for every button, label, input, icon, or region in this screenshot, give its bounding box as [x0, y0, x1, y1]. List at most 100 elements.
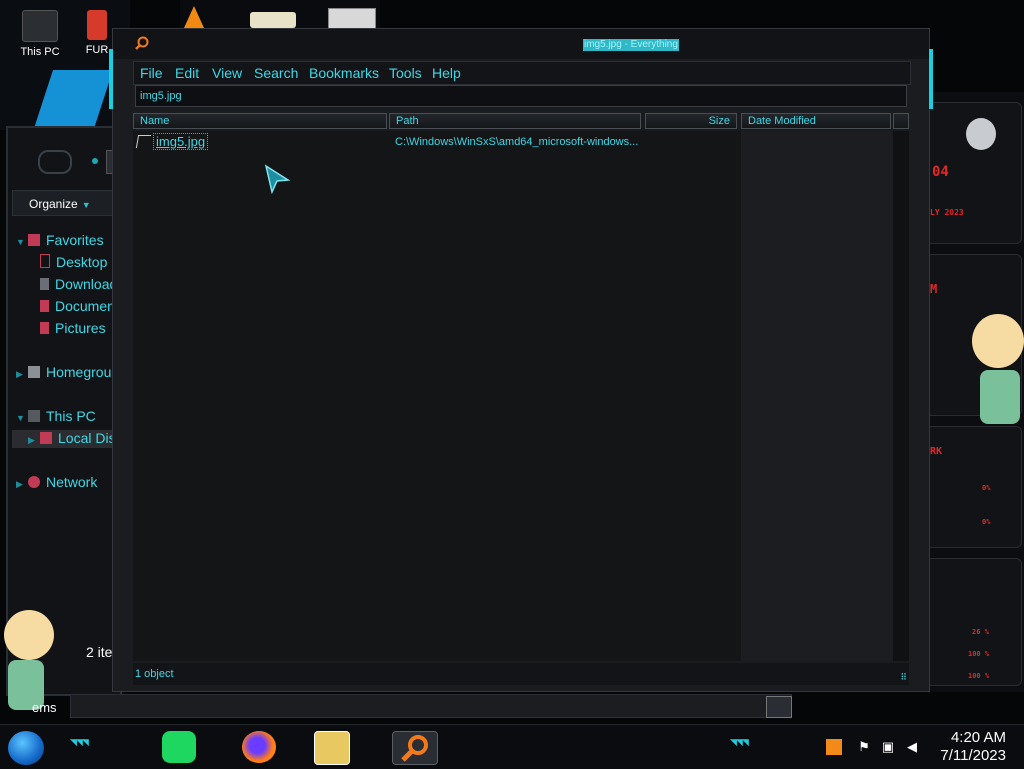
tree-item-local-disk[interactable]: ▶ Local Disl	[28, 430, 119, 446]
menu-file[interactable]: File	[140, 65, 163, 81]
tree-label: Favorites	[46, 232, 104, 248]
network-icon[interactable]: ▣	[880, 739, 896, 755]
column-header-row: Name Path Size Date Modified	[133, 113, 909, 131]
vertical-scrollbar[interactable]	[893, 131, 909, 661]
tree-item-homegroup[interactable]: ▶ Homegroup	[16, 364, 119, 380]
alien-logo-icon	[966, 118, 996, 150]
file-explorer-icon[interactable]	[314, 731, 350, 765]
hud-text: RK	[930, 446, 943, 457]
hud-text: 0%	[982, 484, 991, 492]
flag-icon[interactable]: ⚑	[856, 739, 872, 755]
taskbar-accent: ◥◥◥	[70, 737, 89, 747]
drive-icon	[40, 432, 52, 444]
desktop-icon-this-pc[interactable]: This PC	[10, 10, 70, 58]
hud-text: 04	[932, 164, 949, 180]
search-icon	[401, 735, 428, 762]
network-icon	[28, 476, 40, 488]
tray-app-icon[interactable]	[826, 739, 842, 755]
title-bar[interactable]: img5.jpg - Everything	[113, 29, 929, 59]
horizontal-strip	[70, 694, 792, 718]
chevron-down-icon: ▼	[16, 413, 25, 423]
result-path: C:\Windows\WinSxS\amd64_microsoft-window…	[395, 136, 639, 148]
tree-label: Local Disl	[58, 430, 119, 446]
sticker-body	[980, 370, 1020, 424]
hud-text: M	[930, 282, 938, 296]
wallpaper-swoosh	[27, 70, 113, 130]
hud-text: 0%	[982, 518, 991, 526]
tree-item-this-pc[interactable]: ▼ This PC	[16, 408, 96, 424]
document-icon	[40, 300, 49, 312]
search-icon	[135, 36, 149, 50]
tree-item-network[interactable]: ▶ Network	[16, 474, 97, 490]
tree-item-favorites[interactable]: ▼ Favorites	[16, 232, 104, 248]
sticker-head	[972, 314, 1024, 368]
app-icon[interactable]	[328, 8, 376, 30]
hud-widget	[926, 558, 1022, 686]
menu-search[interactable]: Search	[254, 65, 298, 81]
everything-taskbar-button[interactable]	[392, 731, 438, 765]
computer-icon	[28, 410, 40, 422]
search-input[interactable]: img5.jpg	[135, 85, 907, 107]
desktop-icon-label: This PC	[20, 46, 60, 58]
taskbar-clock[interactable]: 4:20 AM 7/11/2023	[940, 729, 1006, 765]
nav-indicator	[92, 158, 98, 164]
tree-item-downloads[interactable]: Download	[40, 276, 117, 292]
back-button[interactable]	[38, 150, 72, 174]
tree-item-documents[interactable]: Documen	[40, 298, 115, 314]
picture-icon	[40, 322, 49, 334]
tree-item-desktop[interactable]: Desktop	[40, 254, 107, 270]
status-text: 1 object	[135, 668, 174, 680]
menu-edit[interactable]: Edit	[175, 65, 199, 81]
menu-view[interactable]: View	[212, 65, 242, 81]
sticker-head	[4, 610, 54, 660]
start-button[interactable]	[8, 731, 44, 765]
chevron-right-icon: ▶	[16, 369, 23, 379]
organize-button[interactable]: Organize ▼	[12, 190, 120, 216]
result-name[interactable]: img5.jpg	[153, 133, 209, 150]
column-header-path[interactable]: Path	[389, 113, 641, 129]
mouse-cursor-icon	[264, 164, 290, 194]
tree-label: Network	[46, 474, 98, 490]
image-file-icon	[135, 135, 152, 148]
desktop-icon-label: FUR	[85, 44, 109, 56]
hud-text: 100 %	[968, 672, 990, 680]
window-title: img5.jpg - Everything	[583, 39, 679, 51]
desktop-icon	[40, 254, 50, 268]
clock-date: 7/11/2023	[940, 747, 1006, 764]
status-bar: 1 object ⠿	[133, 663, 909, 685]
hud-text: 100 %	[968, 650, 990, 658]
menu-help[interactable]: Help	[432, 65, 461, 81]
app-icon[interactable]	[250, 12, 296, 28]
tree-label: Homegroup	[46, 364, 120, 380]
menu-bookmarks[interactable]: Bookmarks	[309, 65, 379, 81]
window-switch-icon[interactable]	[766, 696, 792, 718]
column-header-date-modified[interactable]: Date Modified	[741, 113, 891, 129]
results-list: img5.jpg C:\Windows\WinSxS\amd64_microso…	[133, 131, 909, 661]
character-sticker	[966, 304, 1024, 434]
resize-grip-icon[interactable]: ⠿	[900, 672, 907, 683]
item-count: 2 ite	[86, 644, 113, 660]
chevron-down-icon: ▼	[16, 237, 25, 247]
explorer-status-text: ems	[32, 700, 57, 715]
everything-window: img5.jpg - Everything File Edit View Sea…	[109, 28, 933, 692]
star-icon	[28, 234, 40, 246]
firefox-icon[interactable]	[242, 731, 276, 763]
download-icon	[40, 278, 49, 290]
tree-label: This PC	[46, 408, 96, 424]
spotify-icon[interactable]	[162, 731, 196, 763]
menu-tools[interactable]: Tools	[389, 65, 422, 81]
chevron-right-icon: ▶	[28, 435, 35, 445]
hud-text: 26 %	[972, 628, 989, 636]
tree-label: Download	[55, 276, 118, 292]
hud-widget	[926, 426, 1022, 548]
chevron-right-icon: ▶	[16, 479, 23, 489]
tree-label: Pictures	[55, 320, 106, 336]
menu-bar: File Edit View Search Bookmarks Tools He…	[133, 61, 911, 85]
taskbar-accent: ◥◥◥	[730, 737, 749, 747]
clock-time: 4:20 AM	[950, 729, 1006, 746]
volume-icon[interactable]: ◀	[904, 739, 920, 755]
column-header-size[interactable]: Size	[645, 113, 737, 129]
tree-item-pictures[interactable]: Pictures	[40, 320, 106, 336]
column-header-name[interactable]: Name	[133, 113, 387, 129]
result-row[interactable]: img5.jpg C:\Windows\WinSxS\amd64_microso…	[133, 131, 893, 153]
